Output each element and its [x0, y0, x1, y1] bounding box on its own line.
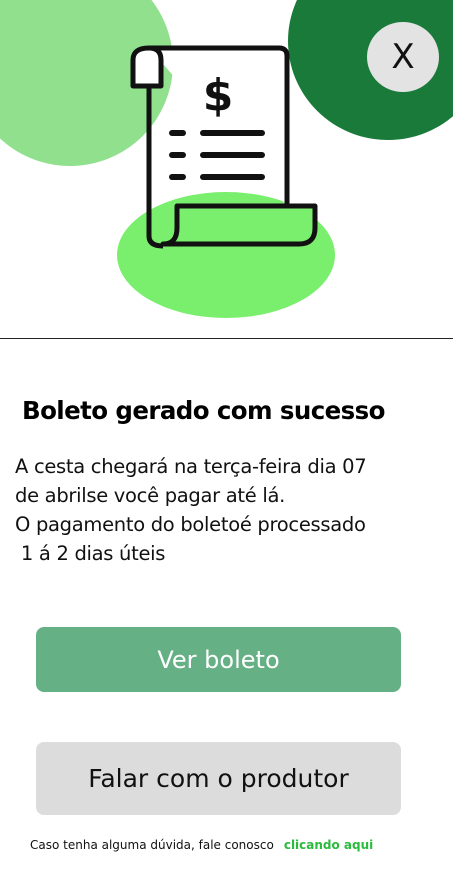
currency-symbol: $ [203, 70, 234, 121]
message-line: 1 á 2 dias úteis [15, 542, 166, 565]
close-button[interactable]: X [367, 22, 439, 92]
help-link[interactable]: clicando aqui [284, 838, 373, 852]
confirmation-message: A cesta chegará na terça-feira dia 07 de… [15, 452, 451, 568]
message-line: A cesta chegará na terça-feira dia 07 [15, 455, 367, 478]
message-line: de abrilse você pagar até lá. [15, 484, 286, 507]
message-line: O pagamento do boletoé processado [15, 513, 366, 536]
close-icon: X [391, 37, 415, 77]
help-text: Caso tenha alguma dúvida, fale conosco [30, 838, 274, 852]
view-boleto-button[interactable]: Ver boleto [36, 627, 401, 692]
help-footer: Caso tenha alguma dúvida, fale conosco cl… [30, 838, 373, 852]
receipt-icon: $ [130, 45, 318, 249]
page-title: Boleto gerado com sucesso [22, 396, 385, 425]
contact-producer-button[interactable]: Falar com o produtor [36, 742, 401, 815]
hero-illustration: $ X [0, 0, 453, 338]
divider [0, 338, 453, 339]
